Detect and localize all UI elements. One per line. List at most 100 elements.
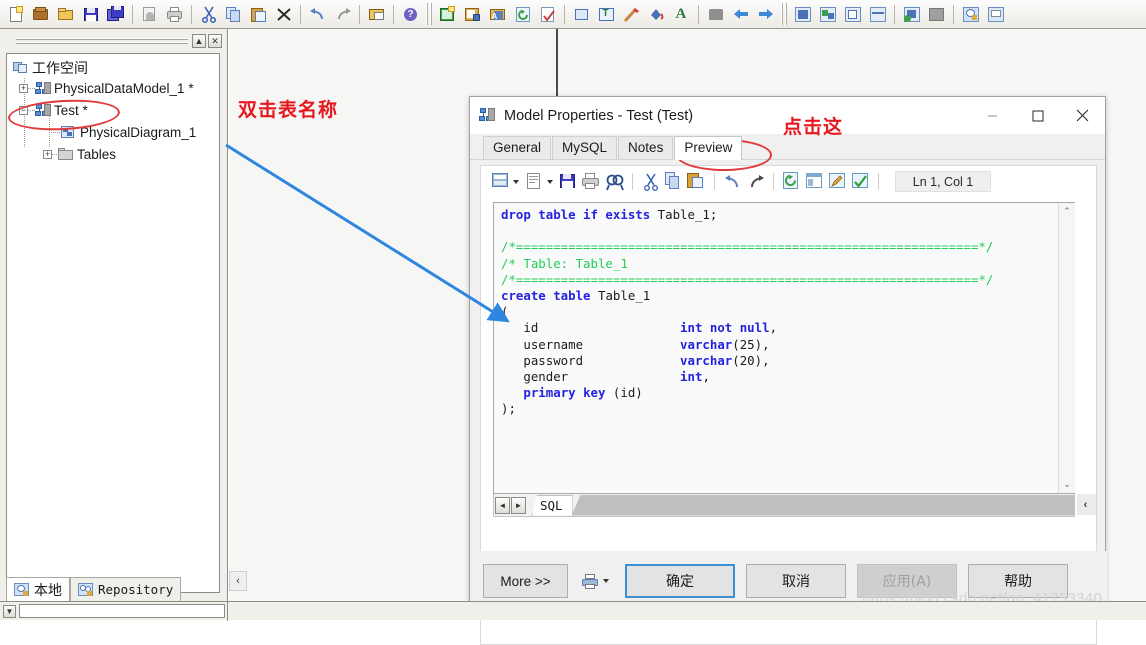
new-document-icon[interactable] — [3, 2, 28, 26]
output-panel-icon[interactable] — [983, 2, 1008, 26]
tree-node-tables[interactable]: + Tables — [43, 146, 116, 163]
browser-tab-label: Repository — [98, 582, 174, 597]
font-color-icon[interactable]: A — [669, 2, 694, 26]
sheet-tab-filler — [571, 494, 1074, 516]
copy-icon[interactable] — [662, 170, 685, 193]
pane-horizontal-scrollbar[interactable]: ‹ — [1077, 494, 1096, 515]
more-button[interactable]: More >> — [483, 564, 568, 598]
panel-drag-handle[interactable] — [16, 36, 188, 46]
fill-color-icon[interactable] — [644, 2, 669, 26]
reverse-engineer-icon[interactable]: A — [485, 2, 510, 26]
redo-icon[interactable] — [330, 2, 355, 26]
cut-icon[interactable] — [639, 170, 662, 193]
toolbar-gripper[interactable] — [426, 3, 432, 25]
tree-expander-plus[interactable]: + — [43, 150, 52, 159]
validate-script-icon[interactable] — [849, 170, 872, 193]
generate-database-icon[interactable] — [460, 2, 485, 26]
minimize-panel-button[interactable]: ▲ — [192, 34, 206, 48]
relationship-icon[interactable] — [815, 2, 840, 26]
open-folder-icon[interactable] — [53, 2, 78, 26]
editor-sheet-tabs: ◄ ► SQL — [493, 494, 1075, 517]
properties-icon[interactable] — [364, 2, 389, 26]
shape-icon[interactable] — [569, 2, 594, 26]
paste-icon[interactable] — [685, 170, 708, 193]
link-entity-icon[interactable] — [899, 2, 924, 26]
text-frame-icon[interactable]: T — [594, 2, 619, 26]
ok-button[interactable]: 确定 — [625, 564, 735, 598]
back-arrow-icon[interactable] — [728, 2, 753, 26]
toolbar-gripper[interactable] — [781, 3, 787, 25]
canvas-scroll-left-button[interactable]: ‹ — [229, 571, 247, 591]
model-tree[interactable]: 工作空间 + PhysicalDataModel_1 * − Test * Ph… — [6, 53, 220, 593]
undo-icon[interactable] — [305, 2, 330, 26]
print-script-icon[interactable] — [580, 170, 603, 193]
new-script-dropdown-icon[interactable] — [547, 179, 553, 184]
forward-arrow-icon[interactable] — [753, 2, 778, 26]
tab-mysql[interactable]: MySQL — [552, 136, 618, 160]
tab-scroll-left-button[interactable]: ◄ — [495, 496, 510, 514]
redo-icon[interactable] — [744, 170, 767, 193]
browser-tab-local[interactable]: 本地 — [6, 577, 70, 601]
check-model-icon[interactable] — [535, 2, 560, 26]
print-icon[interactable] — [162, 2, 187, 26]
folder-icon — [58, 147, 74, 162]
delete-icon[interactable] — [271, 2, 296, 26]
cancel-button[interactable]: 取消 — [746, 564, 846, 598]
sql-preview-editor[interactable]: drop table if exists Table_1; /*========… — [493, 202, 1075, 494]
sql-code-text: drop table if exists Table_1; /*========… — [501, 207, 994, 417]
refresh-script-icon[interactable] — [780, 170, 803, 193]
entity-icon[interactable] — [790, 2, 815, 26]
editor-toolbar-separator — [878, 173, 879, 190]
tree-node-workspace[interactable]: 工作空间 — [13, 59, 88, 77]
minimize-button[interactable] — [970, 101, 1015, 131]
print-options-icon[interactable] — [579, 570, 601, 592]
copy-icon[interactable] — [221, 2, 246, 26]
cut-icon[interactable] — [196, 2, 221, 26]
status-text-field[interactable] — [19, 604, 225, 618]
line-style-icon[interactable] — [619, 2, 644, 26]
edit-script-icon[interactable] — [826, 170, 849, 193]
view-icon[interactable] — [840, 2, 865, 26]
tab-preview[interactable]: Preview — [674, 136, 743, 160]
hscroll-left-button[interactable]: ‹ — [1077, 494, 1094, 515]
paste-icon[interactable] — [246, 2, 271, 26]
tree-node-physicaldatamodel1[interactable]: + PhysicalDataModel_1 * — [19, 80, 194, 97]
hand-tool-icon[interactable] — [703, 2, 728, 26]
save-script-icon[interactable] — [557, 170, 580, 193]
refresh-icon[interactable] — [510, 2, 535, 26]
code-vertical-scrollbar[interactable]: ⌃ ⌄ — [1058, 203, 1075, 493]
main-toolbar: ? A T A — [0, 0, 1146, 29]
new-package-icon[interactable] — [28, 2, 53, 26]
browser-panel-icon[interactable] — [958, 2, 983, 26]
note-tool-icon[interactable] — [924, 2, 949, 26]
save-all-icon[interactable] — [103, 2, 128, 26]
open-script-icon[interactable] — [489, 170, 512, 193]
save-icon[interactable] — [78, 2, 103, 26]
tab-notes[interactable]: Notes — [618, 136, 674, 160]
reference-icon[interactable] — [865, 2, 890, 26]
help-icon[interactable]: ? — [398, 2, 423, 26]
code-scroll-down-button[interactable]: ⌄ — [1059, 476, 1075, 493]
code-scroll-up-button[interactable]: ⌃ — [1059, 203, 1075, 220]
tree-expander-plus[interactable]: + — [19, 84, 28, 93]
tab-general[interactable]: General — [483, 136, 552, 160]
sql-code-area[interactable]: drop table if exists Table_1; /*========… — [494, 203, 1058, 493]
properties-script-icon[interactable] — [803, 170, 826, 193]
close-button[interactable] — [1060, 101, 1105, 131]
status-dropdown-icon[interactable]: ▼ — [3, 604, 16, 618]
browser-tabs: 本地 Repository — [6, 575, 220, 601]
find-icon[interactable] — [603, 170, 626, 193]
browser-tab-repository[interactable]: Repository — [70, 577, 182, 601]
tab-scroll-right-button[interactable]: ► — [511, 496, 526, 514]
undo-icon[interactable] — [721, 170, 744, 193]
maximize-button[interactable] — [1015, 101, 1060, 131]
open-script-dropdown-icon[interactable] — [513, 179, 519, 184]
new-script-icon[interactable] — [523, 170, 546, 193]
toolbar-separator — [300, 4, 301, 24]
sheet-tab-sql[interactable]: SQL — [532, 494, 573, 516]
print-preview-icon[interactable] — [137, 2, 162, 26]
new-model-icon[interactable] — [435, 2, 460, 26]
close-panel-button[interactable]: ✕ — [208, 34, 222, 48]
model-properties-dialog: Model Properties - Test (Test) General M… — [469, 96, 1107, 645]
print-options-dropdown-icon[interactable] — [603, 579, 609, 583]
